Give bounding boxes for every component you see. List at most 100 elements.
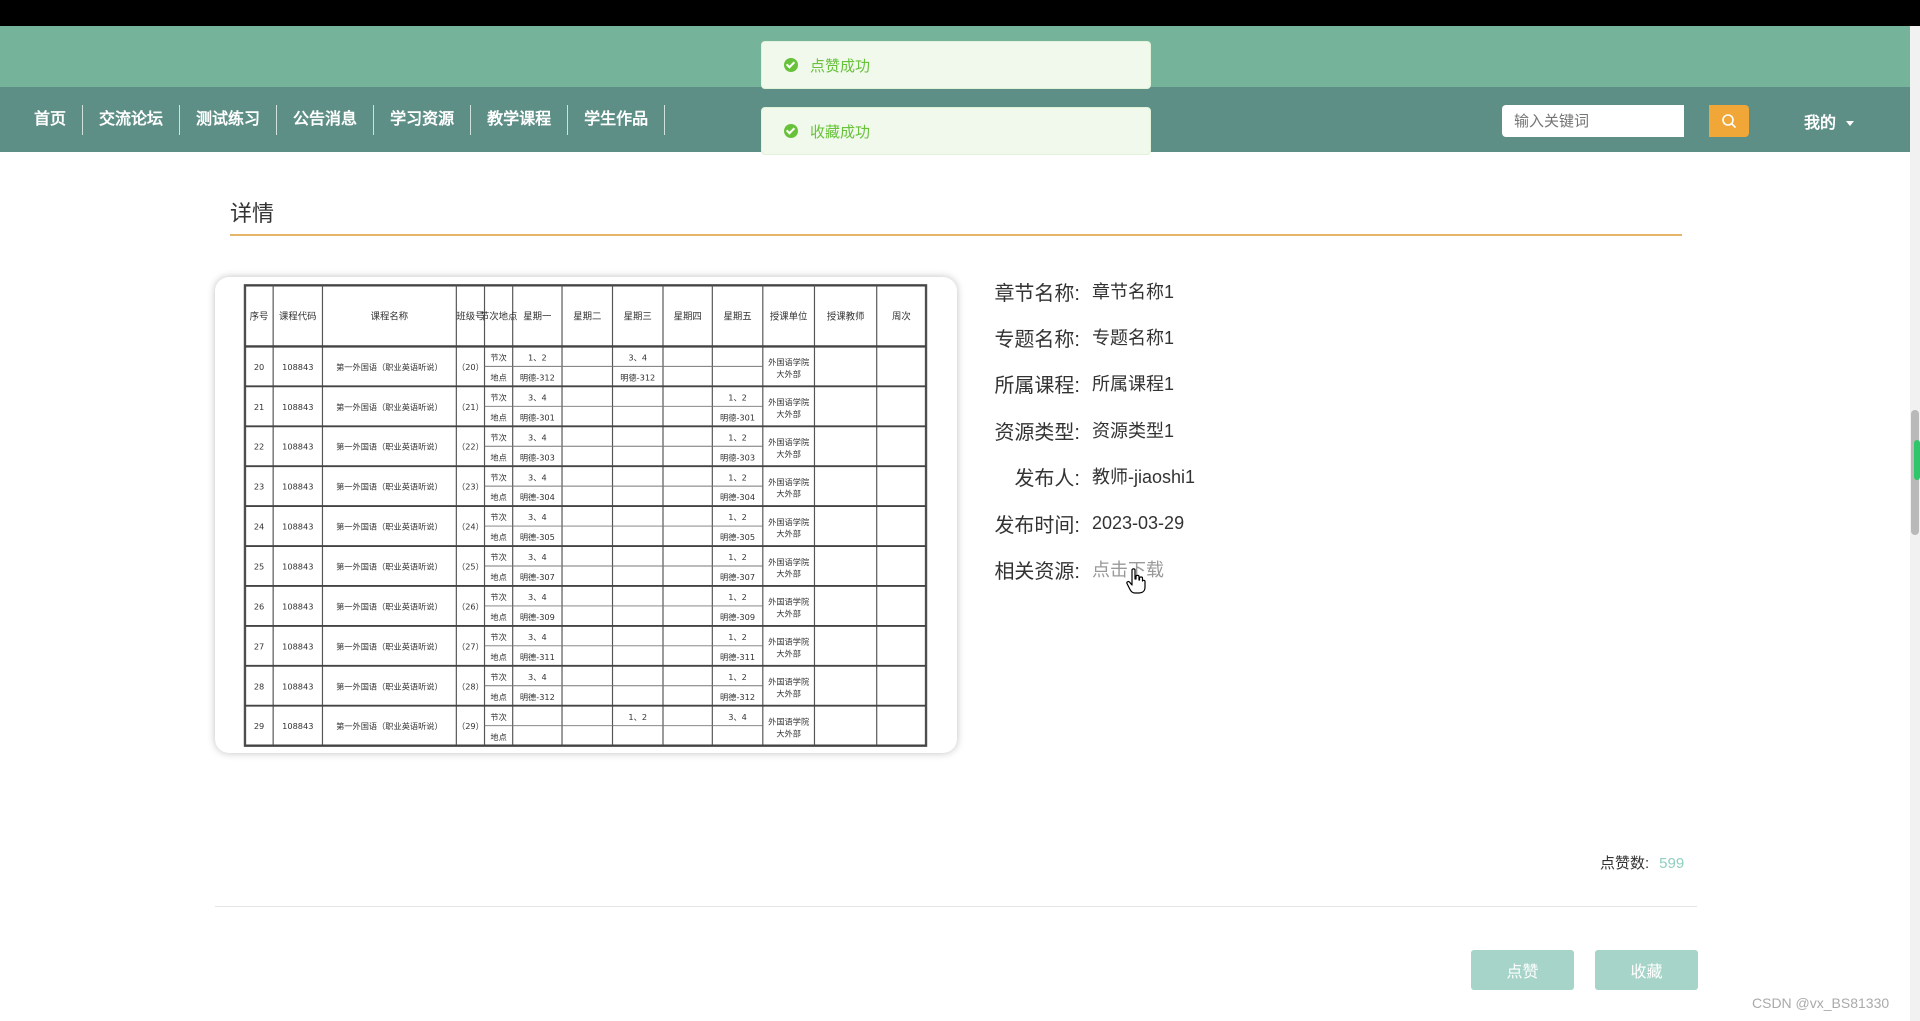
table-cell: 外国语学院 [768,437,809,447]
table-cell: 节次 [490,512,506,522]
table-cell: 3、4 [528,432,547,442]
table-cell: 外国语学院 [768,557,809,567]
table-cell: 1、2 [728,432,747,442]
field-label: 发布人: [1014,467,1080,490]
field-publisher: 发布人: 教师-jiaoshi1 [991,461,1195,491]
table-cell: 明德-307 [520,572,555,582]
table-cell: 第一外国语（职业英语听说） [336,522,443,532]
field-resource-type: 资源类型: 资源类型1 [991,415,1174,445]
table-cell: 108843 [282,402,313,412]
table-cell: （26） [457,601,484,611]
table-cell: 20 [254,362,264,372]
table-cell: 地点 [490,372,506,382]
table-cell: 3、4 [528,512,547,522]
like-count-label: 点赞数: [1600,855,1650,872]
table-header-cell: 课程代码 [279,311,317,322]
table-header-cell: 星期三 [624,311,652,322]
table-cell: 明德-312 [720,692,755,702]
table-cell: 外国语学院 [768,637,809,647]
table-cell: 108843 [282,641,313,651]
nav-item-forum[interactable]: 交流论坛 [83,104,181,135]
table-cell: 节次 [490,712,506,722]
table-cell: 节次 [490,552,506,562]
table-cell: 明德-309 [520,612,555,622]
table-cell: 21 [254,402,264,412]
table-cell: 3、4 [528,592,547,602]
table-cell: 外国语学院 [768,517,809,527]
nav-item-tests[interactable]: 测试练习 [180,104,278,135]
field-value: 专题名称1 [1092,328,1175,348]
watermark: CSDN @vx_BS81330 [1752,995,1890,1011]
scroll-indicator [1914,440,1920,480]
table-cell: 3、4 [528,672,547,682]
table-cell: 第一外国语（职业英语听说） [336,562,443,572]
table-cell: 节次 [490,672,506,682]
table-cell: （20） [457,362,484,372]
nav-item-courses[interactable]: 教学课程 [471,104,569,135]
table-cell: 1、2 [728,512,747,522]
table-cell: 地点 [490,452,506,462]
table-cell: 明德-307 [720,572,755,582]
table-cell: 节次 [490,392,506,402]
table-header-cell: 序号 [250,310,269,322]
field-chapter: 章节名称: 章节名称1 [991,276,1174,306]
favorite-button[interactable]: 收藏 [1595,950,1698,990]
field-value: 资源类型1 [1092,421,1175,441]
field-label: 所属课程: [994,374,1080,397]
like-button[interactable]: 点赞 [1471,950,1574,990]
toast-favorite-success: 收藏成功 [761,107,1151,155]
table-cell: 外国语学院 [768,477,809,487]
check-circle-icon [784,58,798,72]
nav-item-student-works[interactable]: 学生作品 [568,104,666,135]
table-cell: 3、4 [528,632,547,642]
table-cell: （28） [457,681,484,691]
table-cell: 地点 [490,652,506,662]
title-divider [230,234,1682,236]
field-publish-time: 发布时间: 2023-03-29 [991,508,1184,538]
table-cell: 1、2 [728,392,747,402]
table-cell: 地点 [490,692,506,702]
hand-pointer-icon [1126,568,1146,594]
field-label: 相关资源: [994,560,1080,583]
table-cell: 明德-312 [520,692,555,702]
table-cell: 大外部 [776,728,801,738]
table-cell: （21） [457,402,484,412]
table-cell: 29 [254,721,264,731]
table-cell: 明德-301 [720,412,755,422]
table-cell: 地点 [490,532,506,542]
table-cell: 第一外国语（职业英语听说） [336,681,443,691]
search-input[interactable] [1502,105,1684,137]
table-cell: 27 [254,641,264,651]
table-cell: 第一外国语（职业英语听说） [336,402,443,412]
field-value: 章节名称1 [1092,282,1175,302]
table-cell: 108843 [282,482,313,492]
table-cell: 1、2 [728,632,747,642]
table-cell: （23） [457,482,484,492]
field-label: 资源类型: [994,421,1080,444]
table-cell: 108843 [282,562,313,572]
toast-message: 收藏成功 [810,123,871,141]
nav-item-home[interactable]: 首页 [18,104,84,135]
table-cell: 地点 [490,572,506,582]
field-label: 专题名称: [994,328,1080,351]
table-cell: 第一外国语（职业英语听说） [336,641,443,651]
table-cell: 外国语学院 [768,677,809,687]
table-cell: 明德-304 [720,492,755,502]
table-cell: 外国语学院 [768,597,809,607]
table-cell: 3、4 [528,392,547,402]
nav-item-notices[interactable]: 公告消息 [277,104,375,135]
nav-item-resources[interactable]: 学习资源 [374,104,472,135]
field-topic: 专题名称: 专题名称1 [991,322,1174,352]
bottom-divider [215,906,1697,907]
table-cell: 第一外国语（职业英语听说） [336,362,443,372]
table-cell: 第一外国语（职业英语听说） [336,601,443,611]
user-menu[interactable]: 我的 [1804,109,1855,133]
search-button[interactable] [1709,105,1749,137]
table-cell: 外国语学院 [768,717,809,727]
table-header-cell: 星期五 [723,311,751,322]
table-cell: 24 [254,522,264,532]
like-count-value: 599 [1659,855,1685,872]
table-cell: 108843 [282,522,313,532]
table-cell: 108843 [282,362,313,372]
schedule-table-image: 序号 课程代码 课程名称 班级号节次地点 星期一 星期二 星期三 星期四 星期五 授课单位 授课教师… [243,284,928,747]
